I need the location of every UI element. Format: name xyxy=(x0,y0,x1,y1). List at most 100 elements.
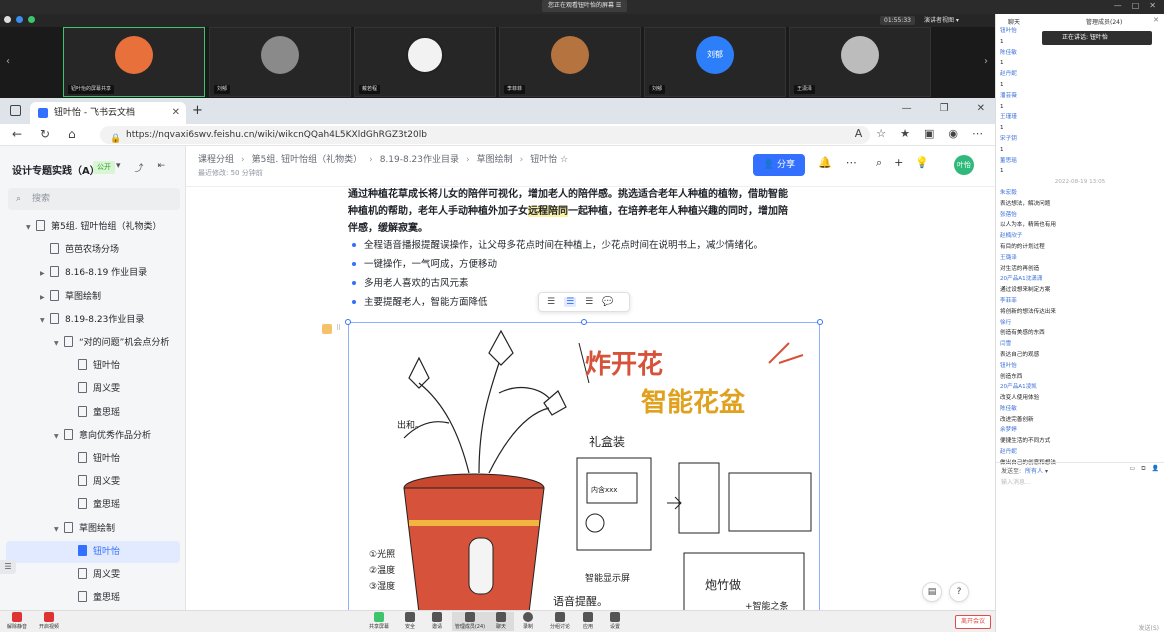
chat-message-name[interactable]: 徐行 xyxy=(1000,318,1160,329)
align-center-icon[interactable]: ☰ xyxy=(564,297,577,307)
chevron-down-icon[interactable]: ▼ xyxy=(40,310,50,332)
profile-icon[interactable]: ◉ xyxy=(948,127,958,140)
chevron-left-icon[interactable]: ‹ xyxy=(3,49,13,75)
tab-chat[interactable]: 聊天 xyxy=(1008,17,1020,26)
chat-message-name[interactable]: 陈佳敏 xyxy=(1000,48,1160,59)
security-button[interactable]: 安全 xyxy=(397,612,423,631)
sidebar-tree-item[interactable]: ▼ 8.19-8.23作业目录 xyxy=(0,309,186,331)
browser-tab[interactable]: 钮叶怡 - 飞书云文档 ✕ xyxy=(30,102,186,124)
chat-message-name[interactable]: 钮叶怡 xyxy=(1000,361,1160,372)
search-icon[interactable]: ⌕ xyxy=(876,156,882,170)
info-icon[interactable] xyxy=(4,16,11,23)
breadcrumb-item[interactable]: 草图绘制 xyxy=(477,155,513,165)
tab-actions-icon[interactable] xyxy=(10,105,21,116)
template-button[interactable]: ▤ xyxy=(922,582,942,602)
video-tile[interactable]: 李菲菲 xyxy=(499,27,641,97)
maximize-icon[interactable]: □ xyxy=(1132,1,1140,10)
chat-button[interactable]: 聊天 xyxy=(488,612,514,631)
close-icon[interactable]: ✕ xyxy=(1149,1,1156,10)
chat-message-name[interactable]: 赵丹妮 xyxy=(1000,69,1160,80)
resize-handle[interactable] xyxy=(581,319,587,325)
sidebar-tree-item[interactable]: 钮叶怡 xyxy=(0,448,186,470)
favorites-icon[interactable]: ★ xyxy=(900,127,910,140)
file-icon[interactable]: ▭ xyxy=(1130,465,1136,473)
sidebar-tree-item[interactable]: ▶ 草图绘制 xyxy=(0,286,186,308)
close-icon[interactable]: ✕ xyxy=(1153,16,1159,24)
breadcrumb-item[interactable]: 钮叶怡 xyxy=(530,155,557,165)
chat-message-name[interactable]: 潘芸薇 xyxy=(1000,91,1160,102)
share-icon[interactable]: ⤴ xyxy=(135,161,144,174)
resize-handle[interactable] xyxy=(817,319,823,325)
settings-button[interactable]: 设置 xyxy=(602,612,628,631)
read-aloud-icon[interactable]: A xyxy=(855,127,863,140)
video-tile[interactable]: 刘郁 刘郁 xyxy=(644,27,786,97)
resize-handle[interactable] xyxy=(345,319,351,325)
sidebar-tree-item[interactable]: ▶ 8.16-8.19 作业目录 xyxy=(0,262,186,284)
sidebar-tree-item[interactable]: 童思瑶 xyxy=(0,587,186,609)
breadcrumb-item[interactable]: 8.19-8.23作业目录 xyxy=(380,155,459,165)
align-right-icon[interactable]: ☰ xyxy=(585,297,593,307)
apps-button[interactable]: 应用 xyxy=(575,612,601,631)
close-icon[interactable]: ✕ xyxy=(977,103,985,114)
chat-message-name[interactable]: 张蓓怡 xyxy=(1000,210,1160,221)
sidebar-tree-item[interactable]: 童思瑶 xyxy=(0,402,186,424)
list-item[interactable]: 全程语音播报提醒误操作，让父母多花点时间在种植上，少花点时间在说明书上，减少情绪… xyxy=(352,236,822,255)
back-icon[interactable]: ← xyxy=(12,127,22,141)
space-title[interactable]: 设计专题实践（A） xyxy=(12,162,100,177)
refresh-icon[interactable]: ↻ xyxy=(40,127,50,141)
chevron-down-icon[interactable]: ▾ xyxy=(116,161,121,174)
comment-icon[interactable]: 💬 xyxy=(602,297,613,307)
chat-message-name[interactable]: 朱宏毅 xyxy=(1000,188,1160,199)
signal-icon[interactable] xyxy=(28,16,35,23)
search-input[interactable]: ⌕ 搜索 xyxy=(8,188,180,210)
send-button[interactable]: 发送(S) xyxy=(1139,623,1160,632)
members-button[interactable]: 管理成员(24) xyxy=(452,612,488,631)
bulb-icon[interactable]: 💡 xyxy=(915,156,929,170)
video-button[interactable]: 开启视频 xyxy=(36,612,62,631)
chat-input[interactable]: 输入消息... xyxy=(1001,477,1031,486)
breakout-button[interactable]: 分组讨论 xyxy=(547,612,573,631)
chevron-down-icon[interactable]: ▼ xyxy=(26,217,36,239)
chat-message-name[interactable]: 赵楠欣子 xyxy=(1000,231,1160,242)
sidebar-tree-item[interactable]: 周义雯 xyxy=(0,564,186,586)
align-left-icon[interactable]: ☰ xyxy=(547,297,555,307)
sidebar-tree-item[interactable]: ▼ 第5组. 钮叶怡组（礼物类） xyxy=(0,216,186,238)
breadcrumb-item[interactable]: 第5组. 钮叶怡组（礼物类） xyxy=(252,155,362,165)
video-tile[interactable]: 王潇泽 xyxy=(789,27,931,97)
chevron-down-icon[interactable]: ▼ xyxy=(54,519,64,541)
sidebar-tree-item[interactable]: ▼ 草图绘制 xyxy=(0,518,186,540)
send-to-selector[interactable]: 发送至: 所有人 ▾ xyxy=(1001,466,1048,475)
sketch-image[interactable]: 炸开花 智能花盆 礼盒装 出和。 ①光照 ②温度 ③湿度 智能显示屏 语音提醒。… xyxy=(348,322,820,612)
chat-message-name[interactable]: 李菲菲 xyxy=(1000,296,1160,307)
chevron-down-icon[interactable]: ▼ xyxy=(54,333,64,355)
sharing-banner[interactable]: 您正在观看钮叶怡的屏幕 ☰ xyxy=(542,0,628,12)
chevron-down-icon[interactable]: ▼ xyxy=(54,426,64,448)
sidebar-tree-item[interactable]: ▼ “对的问题”机会点分析 xyxy=(0,332,186,354)
sidebar-tree-item[interactable]: 童思瑶 xyxy=(0,494,186,516)
list-item[interactable]: 多用老人喜欢的古风元素 xyxy=(352,274,822,293)
invite-button[interactable]: 邀请 xyxy=(424,612,450,631)
tab-members[interactable]: 管理成员(24) xyxy=(1086,17,1122,26)
collapse-icon[interactable]: ⇤ xyxy=(158,161,166,174)
sidebar-tree-item[interactable]: 钮叶怡 xyxy=(0,355,186,377)
chat-message-name[interactable]: 闫雪 xyxy=(1000,339,1160,350)
help-button[interactable]: ? xyxy=(949,582,969,602)
record-button[interactable]: 录制 xyxy=(515,612,541,631)
add-icon[interactable]: + xyxy=(894,156,903,170)
bell-icon[interactable]: 🔔 xyxy=(818,156,832,169)
screenshot-icon[interactable]: ⧉ xyxy=(1141,465,1145,473)
chat-message-name[interactable]: 王瑾瑾 xyxy=(1000,112,1160,123)
chevron-right-icon[interactable]: ▶ xyxy=(40,287,50,309)
chat-message-name[interactable]: 宋子钥 xyxy=(1000,134,1160,145)
chat-message-name[interactable]: 董思瑶 xyxy=(1000,156,1160,167)
share-button[interactable]: 👤 分享 xyxy=(753,154,805,176)
collections-icon[interactable]: ▣ xyxy=(924,127,934,140)
speaker-view-toggle[interactable]: 演讲者视图 ▾ xyxy=(920,16,963,25)
home-icon[interactable]: ⌂ xyxy=(68,127,76,141)
drag-handle-icon[interactable]: ⠿ xyxy=(336,324,341,334)
chat-message-name[interactable]: 20产品A1凌凯 xyxy=(1000,382,1160,393)
breadcrumb-item[interactable]: 课程分组 xyxy=(198,155,234,165)
share-screen-button[interactable]: 共享屏幕 xyxy=(366,612,392,631)
mute-button[interactable]: 解除静音 xyxy=(4,612,30,631)
favorite-add-icon[interactable]: ☆ xyxy=(876,127,886,140)
